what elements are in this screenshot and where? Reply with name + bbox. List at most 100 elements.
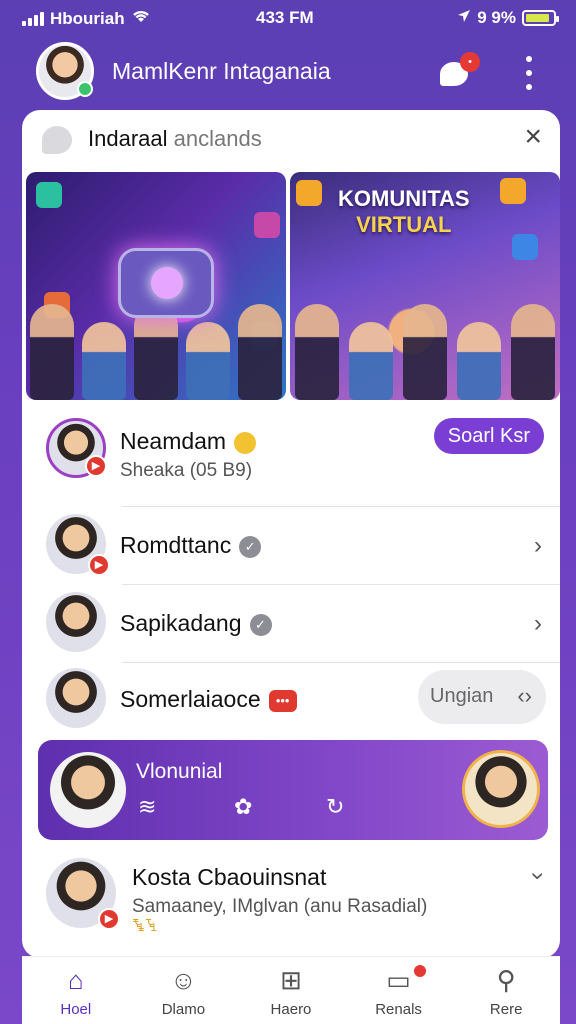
nav-label: Hoel xyxy=(60,1001,92,1018)
banner-title-line2: VIRTUAL xyxy=(356,212,452,237)
music-tile-icon xyxy=(500,178,526,204)
status-time: 433 FM xyxy=(256,8,314,27)
music-tile-icon xyxy=(296,180,322,206)
notification-badge: • xyxy=(460,52,480,72)
swap-icon: ‹› xyxy=(517,683,532,708)
divider xyxy=(122,506,560,507)
chat-icon xyxy=(42,126,72,154)
banner-image-left[interactable] xyxy=(26,172,286,400)
avatar xyxy=(46,592,106,652)
dot-icon xyxy=(526,84,532,90)
nav-renals[interactable]: ▭ Renals xyxy=(345,957,453,1024)
status-left: Hbouriah xyxy=(22,8,151,29)
card-title-main: Indaraal xyxy=(88,126,168,151)
location-icon xyxy=(457,8,471,28)
list-item[interactable]: Sapikadang ✓ › xyxy=(22,592,560,660)
avatar xyxy=(46,668,106,728)
item-name: Kosta Cbaouinsnat xyxy=(132,864,327,890)
nav-dlamo[interactable]: ☺ Dlamo xyxy=(130,957,238,1024)
app-title: MamlKenr Intaganaia xyxy=(112,58,331,84)
smile-icon: ☺ xyxy=(170,965,197,995)
promo-banner[interactable]: Vlonunial ≋ ✿ ↻ xyxy=(38,740,548,840)
close-icon[interactable]: × xyxy=(524,122,542,152)
banner-title-line1: KOMUNITAS xyxy=(338,186,470,211)
profile-avatar[interactable] xyxy=(36,42,94,100)
banner-image-right[interactable]: KOMUNITAS VIRTUAL xyxy=(290,172,560,400)
status-right: 9 9% xyxy=(457,8,559,28)
chat-button[interactable]: • xyxy=(440,52,480,88)
promo-title: Vlonunial xyxy=(136,760,223,783)
item-name: Sapikadang ✓ xyxy=(120,610,272,637)
wifi-icon[interactable]: ≋ xyxy=(138,794,156,820)
card-header: Indaraal anclands × xyxy=(22,110,560,168)
chevron-right-icon[interactable]: › xyxy=(534,532,542,560)
item-name-text: Sapikadang xyxy=(120,610,242,636)
emoji-icon xyxy=(234,431,257,454)
notification-dot xyxy=(413,965,426,977)
people-illustration xyxy=(290,280,560,400)
item-subtitle: Sheaka (05 B9) xyxy=(120,460,253,481)
divider xyxy=(122,584,560,585)
verified-icon: ✓ xyxy=(249,613,272,636)
item-name-text: Romdttanc xyxy=(120,532,232,558)
music-tile-icon xyxy=(512,234,538,260)
item-subtitle: Samaaney, IMglvan (anu Rasadial) xyxy=(132,896,428,917)
flower-icon[interactable]: ✿ xyxy=(234,794,252,820)
item-extra: ꔄꔃ xyxy=(132,918,158,935)
dot-icon xyxy=(526,56,532,62)
item-name: Somerlaiaoce ••• xyxy=(120,686,297,713)
promo-avatar xyxy=(50,752,126,828)
item-name-text: Somerlaiaoce xyxy=(120,686,261,712)
music-tile-icon xyxy=(36,182,62,208)
card-title-dim: anclands xyxy=(173,126,262,151)
carrier-label: Hbouriah xyxy=(50,8,125,28)
battery-percent: 9 9% xyxy=(477,8,516,27)
grid-icon: ⊞ xyxy=(280,965,302,995)
upload-button[interactable]: Ungian ‹› xyxy=(418,670,546,724)
nav-haero[interactable]: ⊞ Haero xyxy=(237,957,345,1024)
item-name: Romdttanc ✓ xyxy=(120,532,262,559)
banner-title: KOMUNITAS VIRTUAL xyxy=(338,186,470,238)
nav-home[interactable]: ⌂ Hoel xyxy=(22,957,130,1024)
verified-icon: ✓ xyxy=(239,535,262,558)
list-item[interactable]: Somerlaiaoce ••• Ungian ‹› xyxy=(22,668,560,736)
play-badge-icon: ▶ xyxy=(98,908,120,930)
dot-icon xyxy=(526,70,532,76)
avatar: ▶ xyxy=(46,418,107,478)
avatar: ▶ xyxy=(46,514,110,576)
main-card: Indaraal anclands × KOMUNITAS VIRTUAL ▶ … xyxy=(22,110,560,958)
refresh-icon[interactable]: ↻ xyxy=(326,794,344,820)
divider xyxy=(122,662,560,663)
device-icon xyxy=(118,248,214,318)
signal-icon xyxy=(22,11,44,26)
nav-rere[interactable]: ⚲ Rere xyxy=(452,957,560,1024)
online-indicator xyxy=(77,81,93,97)
music-tile-icon xyxy=(254,212,280,238)
nav-label: Haero xyxy=(270,1001,312,1018)
chevron-down-icon[interactable]: › xyxy=(524,872,552,880)
promo-profile-avatar[interactable] xyxy=(462,750,540,828)
nav-label: Dlamo xyxy=(161,1001,206,1018)
upload-label: Ungian xyxy=(430,685,494,707)
status-bar: Hbouriah 433 FM 9 9% xyxy=(0,0,576,36)
chat-icon: ▭ xyxy=(386,965,411,995)
wifi-icon xyxy=(131,8,151,29)
avatar: ▶ xyxy=(46,858,120,930)
more-options-button[interactable] xyxy=(524,56,534,90)
person-icon: ⚲ xyxy=(496,965,516,995)
message-icon: ••• xyxy=(268,689,297,712)
item-name-text: Neamdam xyxy=(120,428,227,454)
nav-label: Rere xyxy=(489,1001,523,1018)
play-badge-icon: ▶ xyxy=(85,455,107,477)
card-title: Indaraal anclands xyxy=(88,126,262,152)
list-item[interactable]: ▶ Romdttanc ✓ › xyxy=(22,514,560,582)
play-badge-icon: ▶ xyxy=(88,554,110,576)
list-item[interactable]: ▶ Neamdam Sheaka (05 B9) Soarl Ksr xyxy=(22,418,560,498)
item-name: Neamdam xyxy=(120,428,257,455)
action-button[interactable]: Soarl Ksr xyxy=(433,418,544,454)
battery-icon xyxy=(522,10,559,26)
chevron-right-icon[interactable]: › xyxy=(534,610,542,638)
list-item[interactable]: ▶ Kosta Cbaouinsnat Samaaney, IMglvan (a… xyxy=(22,856,560,946)
app-header: MamlKenr Intaganaia • xyxy=(0,38,576,106)
nav-label: Renals xyxy=(375,1001,422,1018)
